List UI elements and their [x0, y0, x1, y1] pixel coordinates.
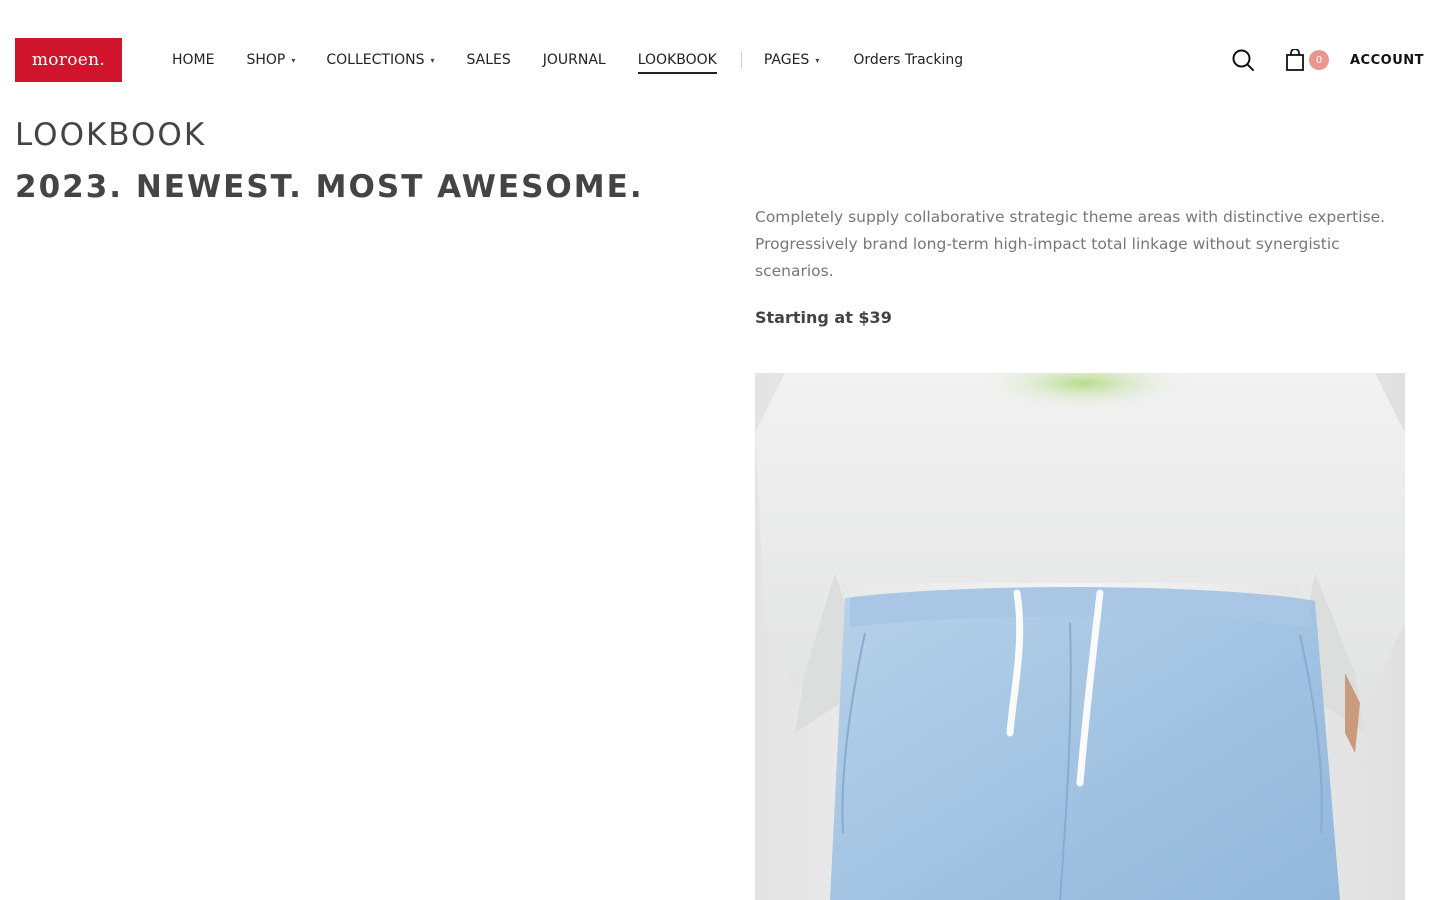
- page-subtitle: 2023. NEWEST. MOST AWESOME.: [15, 169, 644, 205]
- nav-divider: [740, 52, 742, 68]
- search-icon[interactable]: [1231, 48, 1255, 72]
- starting-price: Starting at $39: [755, 308, 892, 327]
- nav-sales[interactable]: SALES: [466, 49, 510, 71]
- nav-pages[interactable]: PAGES ▾: [764, 49, 819, 71]
- nav-label: HOME: [172, 52, 215, 68]
- chevron-down-icon: ▾: [815, 55, 820, 65]
- nav-label: Orders Tracking: [853, 52, 964, 68]
- cart-count-badge: 0: [1309, 50, 1329, 70]
- nav-label: JOURNAL: [542, 52, 606, 68]
- nav-lookbook[interactable]: LOOKBOOK: [637, 49, 717, 74]
- nav-label: SALES: [466, 52, 511, 68]
- brand-logo[interactable]: moroen.: [15, 38, 122, 82]
- site-header: moroen. HOME SHOP ▾ COLLECTIONS ▾ SALES …: [0, 0, 1440, 120]
- nav-shop[interactable]: SHOP ▾: [246, 49, 295, 71]
- header-actions: 0 ACCOUNT: [1231, 44, 1424, 76]
- page-title: LOOKBOOK: [15, 117, 207, 153]
- nav-collections[interactable]: COLLECTIONS ▾: [326, 49, 434, 71]
- lookbook-photo: [755, 373, 1405, 900]
- nav-label: PAGES: [763, 52, 810, 68]
- account-link[interactable]: ACCOUNT: [1350, 53, 1424, 68]
- nav-orders-tracking[interactable]: Orders Tracking: [853, 49, 963, 71]
- nav-label: SHOP: [246, 52, 286, 68]
- nav-home[interactable]: HOME: [172, 49, 214, 71]
- cart-button[interactable]: 0: [1285, 48, 1329, 71]
- nav-label: COLLECTIONS: [326, 52, 425, 68]
- logo-text: moroen.: [31, 50, 106, 70]
- chevron-down-icon: ▾: [291, 55, 296, 65]
- shopping-bag-icon: [1285, 48, 1305, 71]
- nav-label: LOOKBOOK: [637, 52, 717, 68]
- lookbook-description: Completely supply collaborative strategi…: [755, 208, 1386, 280]
- chevron-down-icon: ▾: [430, 55, 435, 65]
- nav-journal[interactable]: JOURNAL: [543, 49, 606, 71]
- main-nav: HOME SHOP ▾ COLLECTIONS ▾ SALES JOURNAL …: [172, 49, 963, 74]
